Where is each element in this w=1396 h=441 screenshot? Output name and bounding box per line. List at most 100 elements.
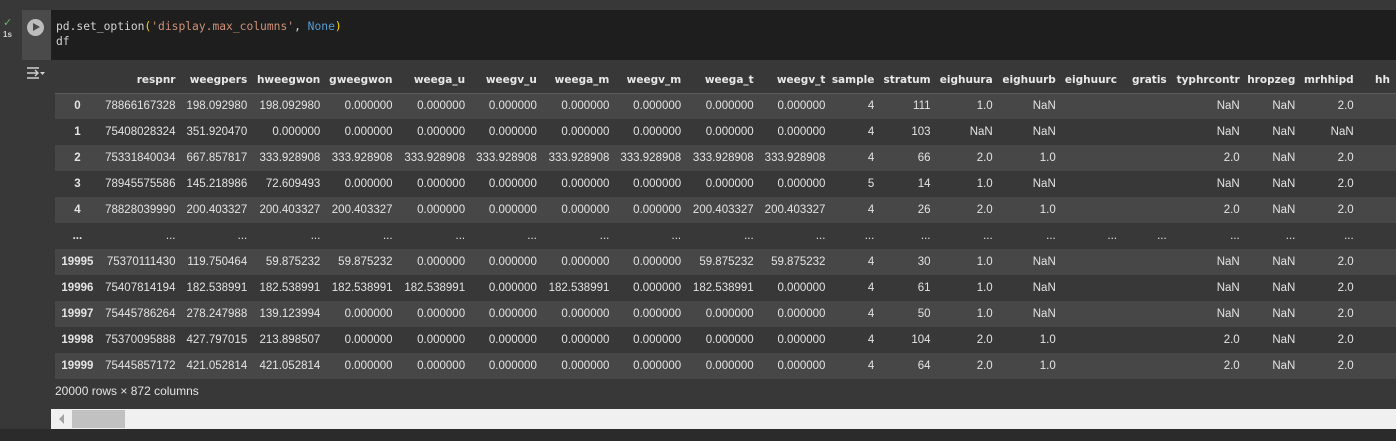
table-cell: 2.0	[976, 152, 993, 164]
table-cell: 0.000000	[705, 334, 754, 346]
table-cell: 182.538991	[259, 282, 321, 294]
table-cell: 333.928908	[404, 152, 466, 164]
table-cell: 213.898507	[259, 334, 321, 346]
row-index: ...	[72, 230, 83, 242]
table-cell: 4	[867, 282, 875, 294]
table-cell: 0.000000	[561, 360, 610, 372]
table-cell: 0.000000	[344, 360, 393, 372]
table-cell: 75331840034	[105, 152, 176, 164]
table-cell: NaN	[1032, 126, 1056, 138]
scrollbar-thumb[interactable]	[72, 410, 125, 428]
run-cell-button[interactable]	[27, 19, 44, 36]
table-cell: 0.000000	[705, 126, 754, 138]
table-cell: NaN	[1216, 256, 1240, 268]
table-cell	[1123, 119, 1173, 145]
table-cell: 72.609493	[265, 178, 321, 190]
table-cell: ...	[744, 230, 754, 242]
table-cell: 182.538991	[404, 282, 466, 294]
table-cell: 0.000000	[777, 308, 826, 320]
column-header: stratum	[880, 67, 937, 94]
table-cell: 0.000000	[417, 256, 466, 268]
table-cell: ...	[815, 230, 826, 242]
table-cell: 427.797015	[186, 334, 248, 346]
table-cell: NaN	[1272, 256, 1296, 268]
table-cell: 4	[867, 126, 875, 138]
table-cell	[1062, 171, 1123, 197]
table-cell: 1.0	[976, 282, 993, 294]
table-cell: NaN	[1216, 308, 1240, 320]
table-cell: 59.875232	[265, 256, 321, 268]
column-header: hweegwon	[253, 67, 327, 94]
table-cell	[1360, 275, 1396, 301]
dataframe-table: respnr weegpers hweegwon gweegwon weega_u wee…	[55, 67, 1396, 379]
table-cell: 200.403327	[692, 204, 754, 216]
code-editor[interactable]: pd.set_option('display.max_columns', Non…	[51, 10, 1396, 60]
column-header: sample	[831, 67, 881, 94]
table-cell: 2.0	[976, 334, 993, 346]
table-cell: NaN	[1216, 126, 1240, 138]
table-cell: 198.092980	[186, 100, 248, 113]
table-cell: 2.0	[1337, 334, 1354, 346]
table-cell: NaN	[1216, 282, 1240, 294]
table-cell	[1360, 327, 1396, 353]
code-sep: ,	[294, 20, 308, 33]
table-cell	[1123, 327, 1173, 353]
table-row: 19996 75407814194 182.538991 182.538991 182.…	[55, 275, 1396, 301]
table-cell: 0.000000	[633, 204, 682, 216]
table-cell	[1062, 327, 1123, 353]
code-line-1: pd.set_option('display.max_columns', Non…	[56, 19, 1396, 34]
horizontal-scrollbar[interactable]	[51, 409, 1396, 429]
table-cell: 4	[867, 152, 875, 164]
check-icon: ✓	[3, 17, 13, 29]
table-cell: 2.0	[1337, 152, 1354, 164]
table-cell: 75408028324	[105, 126, 176, 138]
row-index: 19998	[61, 334, 94, 346]
table-cell: NaN	[1032, 100, 1056, 113]
table-cell: 66	[917, 152, 931, 164]
table-cell: ...	[1285, 230, 1296, 242]
table-cell: 145.218986	[186, 178, 248, 190]
table-cell	[1123, 249, 1173, 275]
table-cell: 4	[867, 308, 875, 320]
table-cell: 1.0	[976, 100, 993, 113]
table-cell: 333.928908	[764, 152, 826, 164]
table-row: 1 75408028324 351.920470 0.000000 0.000000 0.…	[55, 119, 1396, 145]
table-cell: 1.0	[1039, 360, 1056, 372]
code-fn: pd.set_option	[56, 20, 145, 33]
table-cell	[1123, 93, 1173, 119]
table-cell: 0.000000	[561, 126, 610, 138]
table-cell	[1062, 249, 1123, 275]
column-header: weega_u	[398, 67, 472, 94]
table-cell: 0.000000	[633, 360, 682, 372]
table-cell	[1123, 275, 1173, 301]
table-cell: 0.000000	[344, 178, 393, 190]
table-cell: 4	[867, 100, 875, 113]
output-actions-icon[interactable]	[26, 66, 46, 80]
table-cell	[1062, 119, 1123, 145]
table-cell: 0.000000	[561, 256, 610, 268]
table-cell: ...	[165, 230, 176, 242]
table-cell: ...	[1344, 230, 1354, 242]
table-cell: NaN	[1272, 334, 1296, 346]
table-cell: 0.000000	[633, 334, 682, 346]
table-cell: 78828039990	[105, 204, 176, 216]
table-cell: 119.750464	[187, 256, 248, 268]
table-cell: NaN	[1032, 256, 1056, 268]
scroll-left-icon[interactable]	[59, 414, 64, 424]
table-row: ........................................…	[55, 223, 1396, 249]
table-cell: 0.000000	[344, 308, 393, 320]
table-cell: 0.000000	[561, 100, 610, 113]
table-cell: 182.538991	[331, 282, 393, 294]
table-cell: 0.000000	[488, 282, 537, 294]
table-cell: 75407814194	[105, 282, 176, 294]
table-cell	[1062, 353, 1123, 379]
table-cell: 59.875232	[699, 256, 754, 268]
table-cell: NaN	[1272, 100, 1296, 113]
table-cell: 333.928908	[259, 152, 321, 164]
dataframe-table-container: respnr weegpers hweegwon gweegwon weega_u wee…	[55, 67, 1396, 379]
table-cell	[1360, 353, 1396, 379]
table-cell: 0.000000	[633, 126, 682, 138]
table-row: 0 78866167328 198.092980 198.092980 0.000000…	[55, 93, 1396, 119]
table-cell: 0.000000	[777, 360, 826, 372]
table-cell: 75445857172	[105, 360, 176, 372]
